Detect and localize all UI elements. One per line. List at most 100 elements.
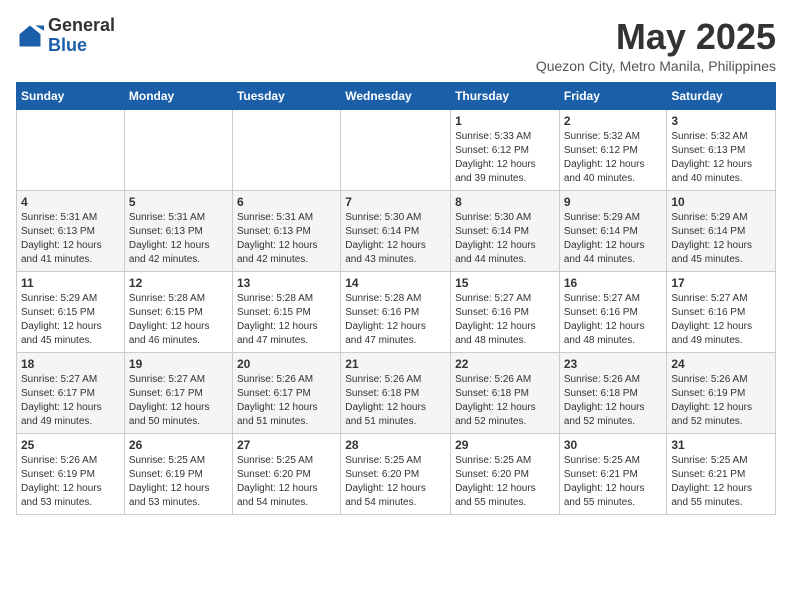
day-number: 18	[21, 357, 120, 371]
day-cell: 23 Sunrise: 5:26 AM Sunset: 6:18 PM Dayli…	[559, 353, 667, 434]
day-number: 19	[129, 357, 228, 371]
day-number: 22	[455, 357, 555, 371]
day-cell	[341, 110, 451, 191]
day-header-friday: Friday	[559, 83, 667, 110]
day-info: Sunrise: 5:26 AM Sunset: 6:19 PM Dayligh…	[21, 454, 120, 510]
page-header: General Blue May 2025 Quezon City, Metro…	[16, 16, 776, 74]
day-number: 26	[129, 438, 228, 452]
day-number: 11	[21, 276, 120, 290]
day-info: Sunrise: 5:32 AM Sunset: 6:13 PM Dayligh…	[671, 130, 771, 186]
day-cell: 17 Sunrise: 5:27 AM Sunset: 6:16 PM Dayli…	[667, 272, 776, 353]
day-cell: 15 Sunrise: 5:27 AM Sunset: 6:16 PM Dayli…	[451, 272, 560, 353]
day-cell: 14Sunrise: 5:28 AM Sunset: 6:16 PM Dayli…	[341, 272, 451, 353]
day-cell: 27 Sunrise: 5:25 AM Sunset: 6:20 PM Dayli…	[232, 434, 340, 515]
day-cell: 16 Sunrise: 5:27 AM Sunset: 6:16 PM Dayli…	[559, 272, 667, 353]
day-cell: 21 Sunrise: 5:26 AM Sunset: 6:18 PM Dayli…	[341, 353, 451, 434]
day-cell: 11 Sunrise: 5:29 AM Sunset: 6:15 PM Dayli…	[17, 272, 125, 353]
day-number: 16	[564, 276, 663, 290]
day-info: Sunrise: 5:27 AM Sunset: 6:17 PM Dayligh…	[21, 373, 120, 429]
day-info: Sunrise: 5:26 AM Sunset: 6:18 PM Dayligh…	[564, 373, 663, 429]
day-info: Sunrise: 5:32 AM Sunset: 6:12 PM Dayligh…	[564, 130, 663, 186]
day-info: Sunrise: 5:26 AM Sunset: 6:19 PM Dayligh…	[671, 373, 771, 429]
day-cell: 10Sunrise: 5:29 AM Sunset: 6:14 PM Dayli…	[667, 191, 776, 272]
day-number: 1	[455, 114, 555, 128]
day-info: Sunrise: 5:29 AM Sunset: 6:15 PM Dayligh…	[21, 292, 120, 348]
day-info: Sunrise: 5:25 AM Sunset: 6:20 PM Dayligh…	[237, 454, 336, 510]
day-info: Sunrise: 5:30 AM Sunset: 6:14 PM Dayligh…	[345, 211, 446, 267]
day-number: 17	[671, 276, 771, 290]
day-info: Sunrise: 5:30 AM Sunset: 6:14 PM Dayligh…	[455, 211, 555, 267]
week-row-3: 11 Sunrise: 5:29 AM Sunset: 6:15 PM Dayli…	[17, 272, 776, 353]
day-info: Sunrise: 5:27 AM Sunset: 6:16 PM Dayligh…	[455, 292, 555, 348]
day-header-wednesday: Wednesday	[341, 83, 451, 110]
day-number: 20	[237, 357, 336, 371]
day-number: 7	[345, 195, 446, 209]
day-number: 13	[237, 276, 336, 290]
day-number: 12	[129, 276, 228, 290]
day-cell: 20 Sunrise: 5:26 AM Sunset: 6:17 PM Dayli…	[232, 353, 340, 434]
day-number: 4	[21, 195, 120, 209]
day-info: Sunrise: 5:26 AM Sunset: 6:18 PM Dayligh…	[455, 373, 555, 429]
day-cell: 8 Sunrise: 5:30 AM Sunset: 6:14 PM Daylig…	[451, 191, 560, 272]
day-number: 30	[564, 438, 663, 452]
week-row-2: 4 Sunrise: 5:31 AM Sunset: 6:13 PM Daylig…	[17, 191, 776, 272]
day-number: 5	[129, 195, 228, 209]
day-number: 29	[455, 438, 555, 452]
calendar-table: SundayMondayTuesdayWednesdayThursdayFrid…	[16, 82, 776, 515]
day-cell: 26 Sunrise: 5:25 AM Sunset: 6:19 PM Dayli…	[124, 434, 232, 515]
day-info: Sunrise: 5:26 AM Sunset: 6:17 PM Dayligh…	[237, 373, 336, 429]
day-info: Sunrise: 5:25 AM Sunset: 6:21 PM Dayligh…	[564, 454, 663, 510]
day-header-thursday: Thursday	[451, 83, 560, 110]
day-info: Sunrise: 5:27 AM Sunset: 6:16 PM Dayligh…	[564, 292, 663, 348]
day-info: Sunrise: 5:25 AM Sunset: 6:19 PM Dayligh…	[129, 454, 228, 510]
day-number: 14	[345, 276, 446, 290]
logo: General Blue	[16, 16, 115, 56]
day-info: Sunrise: 5:29 AM Sunset: 6:14 PM Dayligh…	[564, 211, 663, 267]
day-header-sunday: Sunday	[17, 83, 125, 110]
day-number: 31	[671, 438, 771, 452]
day-info: Sunrise: 5:31 AM Sunset: 6:13 PM Dayligh…	[129, 211, 228, 267]
day-cell: 9 Sunrise: 5:29 AM Sunset: 6:14 PM Daylig…	[559, 191, 667, 272]
day-number: 9	[564, 195, 663, 209]
day-number: 10	[671, 195, 771, 209]
day-number: 21	[345, 357, 446, 371]
day-number: 23	[564, 357, 663, 371]
day-info: Sunrise: 5:28 AM Sunset: 6:15 PM Dayligh…	[237, 292, 336, 348]
day-cell: 3Sunrise: 5:32 AM Sunset: 6:13 PM Daylig…	[667, 110, 776, 191]
day-cell	[124, 110, 232, 191]
day-cell	[17, 110, 125, 191]
day-number: 6	[237, 195, 336, 209]
day-number: 8	[455, 195, 555, 209]
day-cell: 19 Sunrise: 5:27 AM Sunset: 6:17 PM Dayli…	[124, 353, 232, 434]
day-header-tuesday: Tuesday	[232, 83, 340, 110]
day-cell: 22 Sunrise: 5:26 AM Sunset: 6:18 PM Dayli…	[451, 353, 560, 434]
day-number: 27	[237, 438, 336, 452]
day-info: Sunrise: 5:27 AM Sunset: 6:16 PM Dayligh…	[671, 292, 771, 348]
day-info: Sunrise: 5:31 AM Sunset: 6:13 PM Dayligh…	[237, 211, 336, 267]
day-info: Sunrise: 5:28 AM Sunset: 6:15 PM Dayligh…	[129, 292, 228, 348]
day-info: Sunrise: 5:27 AM Sunset: 6:17 PM Dayligh…	[129, 373, 228, 429]
day-info: Sunrise: 5:26 AM Sunset: 6:18 PM Dayligh…	[345, 373, 446, 429]
day-cell: 25Sunrise: 5:26 AM Sunset: 6:19 PM Dayli…	[17, 434, 125, 515]
day-cell: 7 Sunrise: 5:30 AM Sunset: 6:14 PM Daylig…	[341, 191, 451, 272]
day-cell	[232, 110, 340, 191]
day-header-monday: Monday	[124, 83, 232, 110]
week-row-4: 18 Sunrise: 5:27 AM Sunset: 6:17 PM Dayli…	[17, 353, 776, 434]
day-info: Sunrise: 5:25 AM Sunset: 6:20 PM Dayligh…	[345, 454, 446, 510]
location: Quezon City, Metro Manila, Philippines	[536, 58, 776, 74]
week-row-5: 25Sunrise: 5:26 AM Sunset: 6:19 PM Dayli…	[17, 434, 776, 515]
day-number: 24	[671, 357, 771, 371]
day-number: 2	[564, 114, 663, 128]
logo-text: General Blue	[48, 16, 115, 56]
day-info: Sunrise: 5:25 AM Sunset: 6:21 PM Dayligh…	[671, 454, 771, 510]
week-row-1: 1Sunrise: 5:33 AM Sunset: 6:12 PM Daylig…	[17, 110, 776, 191]
day-cell: 30 Sunrise: 5:25 AM Sunset: 6:21 PM Dayli…	[559, 434, 667, 515]
title-block: May 2025 Quezon City, Metro Manila, Phil…	[536, 16, 776, 74]
day-cell: 29 Sunrise: 5:25 AM Sunset: 6:20 PM Dayli…	[451, 434, 560, 515]
day-cell: 31 Sunrise: 5:25 AM Sunset: 6:21 PM Dayli…	[667, 434, 776, 515]
day-cell: 28Sunrise: 5:25 AM Sunset: 6:20 PM Dayli…	[341, 434, 451, 515]
day-number: 15	[455, 276, 555, 290]
day-info: Sunrise: 5:25 AM Sunset: 6:20 PM Dayligh…	[455, 454, 555, 510]
day-cell: 6 Sunrise: 5:31 AM Sunset: 6:13 PM Daylig…	[232, 191, 340, 272]
logo-icon	[16, 22, 44, 50]
